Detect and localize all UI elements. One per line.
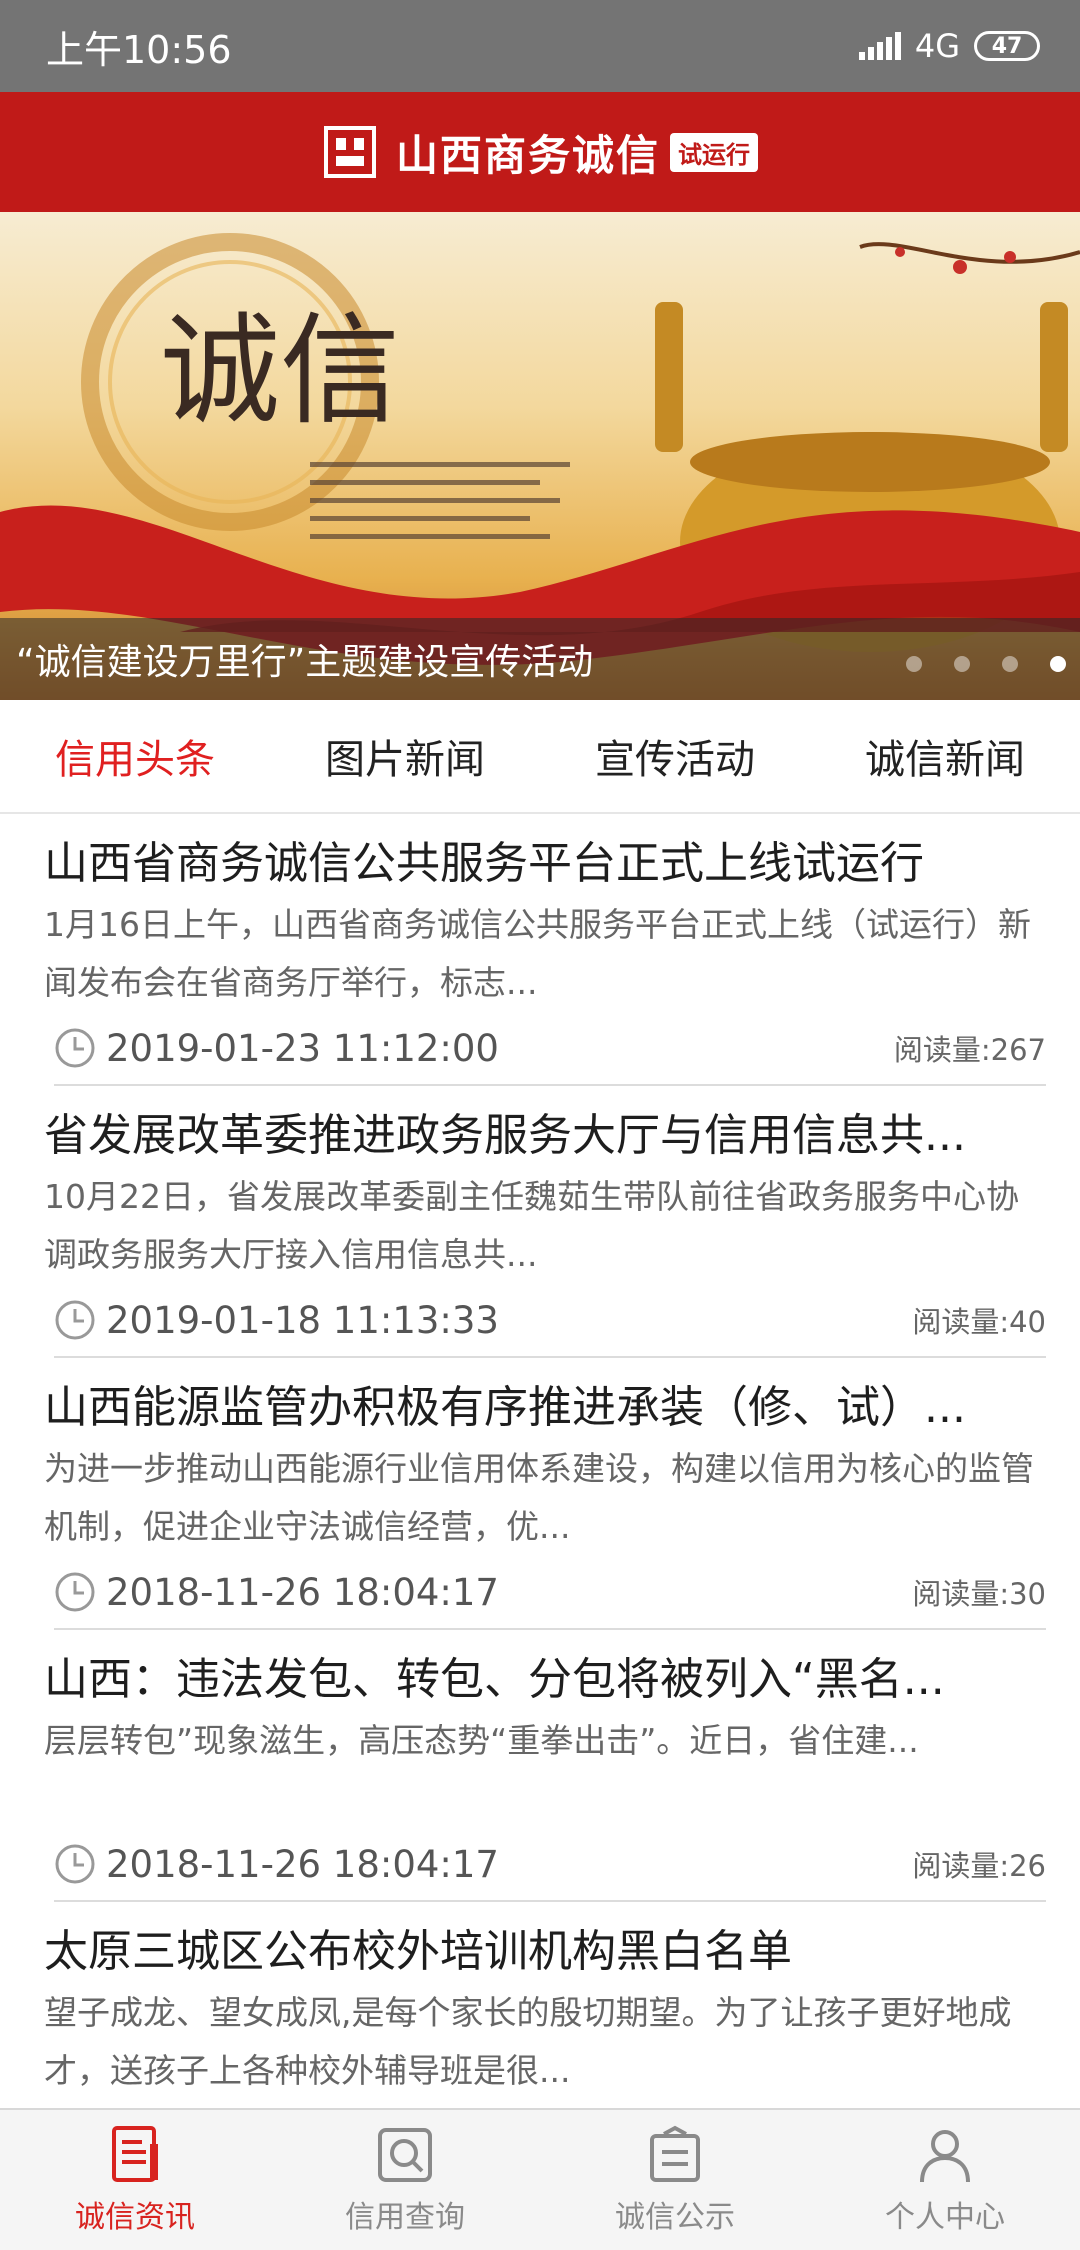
news-date: 2018-11-26 18:04:17 (106, 1570, 499, 1614)
news-meta: 2018-11-26 18:04:17 阅读量:26 (54, 1828, 1046, 1902)
news-summary: 层层转包”现象滋生，高压态势“重拳出击”。近日，省住建... (44, 1721, 919, 1760)
news-title[interactable]: 山西能源监管办积极有序推进承装（修、试）... (44, 1358, 1036, 1438)
news-date: 2018-11-26 18:04:17 (106, 1842, 499, 1886)
news-meta: 2018-11-26 18:04:17 阅读量:30 (54, 1556, 1046, 1630)
network-type: 4G (914, 27, 960, 65)
news-item[interactable]: 山西能源监管办积极有序推进承装（修、试）... 为进一步推动山西能源行业信用体系… (0, 1358, 1080, 1630)
clock-icon (55, 1572, 95, 1612)
carousel-dot[interactable] (954, 656, 970, 672)
news-title[interactable]: 省发展改革委推进政务服务大厅与信用信息共... (44, 1086, 1036, 1166)
news-title[interactable]: 太原三城区公布校外培训机构黑白名单 (44, 1902, 1036, 1982)
search-icon (378, 2128, 432, 2182)
clock-icon (55, 1028, 95, 1068)
carousel-dot[interactable] (906, 656, 922, 672)
trial-badge: 试运行 (670, 132, 758, 172)
seal-logo-icon (323, 126, 376, 178)
bottom-navigation: 诚信资讯 信用查询 诚信公示 个人中心 (0, 2108, 1080, 2250)
news-item[interactable]: 太原三城区公布校外培训机构黑白名单 望子成龙、望女成凤,是每个家长的殷切期望。为… (0, 1902, 1080, 2100)
read-count: 阅读量:40 (912, 1305, 1046, 1339)
nav-credit-query[interactable]: 信用查询 (270, 2110, 540, 2250)
tab-publicity-events[interactable]: 宣传活动 (540, 700, 810, 812)
news-meta: 2019-01-18 11:13:33 阅读量:40 (54, 1284, 1046, 1358)
status-bar: 上午10:56 4G 47 (0, 0, 1080, 92)
news-summary: 为进一步推动山西能源行业信用体系建设，构建以信用为核心的监管机制，促进企业守法诚… (44, 1449, 1034, 1546)
battery-level: 47 (991, 33, 1023, 59)
news-date: 2019-01-18 11:13:33 (106, 1298, 499, 1342)
status-time: 上午10:56 (46, 27, 232, 72)
banner-carousel[interactable]: 诚信 “诚信建设万里行”主题建设宣传活动 (0, 212, 1080, 700)
read-count: 阅读量:30 (912, 1577, 1046, 1611)
tab-credit-headlines[interactable]: 信用头条 (0, 700, 270, 812)
category-tabs: 信用头条 图片新闻 宣传活动 诚信新闻 (0, 700, 1080, 814)
battery-icon: 47 (974, 31, 1040, 61)
clock-icon (55, 1300, 95, 1340)
news-title[interactable]: 山西省商务诚信公共服务平台正式上线试运行 (44, 814, 1036, 894)
tab-picture-news[interactable]: 图片新闻 (270, 700, 540, 812)
banner-art-text: 诚信 (160, 302, 400, 441)
nav-personal-center[interactable]: 个人中心 (810, 2110, 1080, 2250)
news-summary: 10月22日，省发展改革委副主任魏茹生带队前往省政务服务中心协调政务服务大厅接入… (44, 1177, 1019, 1274)
app-title: 山西商务诚信 (395, 130, 660, 180)
news-item[interactable]: 山西：违法发包、转包、分包将被列入“黑名... 层层转包”现象滋生，高压态势“重… (0, 1630, 1080, 1902)
news-item[interactable]: 山西省商务诚信公共服务平台正式上线试运行 1月16日上午，山西省商务诚信公共服务… (0, 814, 1080, 1086)
status-indicators: 4G 47 (858, 27, 1040, 65)
news-item[interactable]: 省发展改革委推进政务服务大厅与信用信息共... 10月22日，省发展改革委副主任… (0, 1086, 1080, 1358)
news-date: 2019-01-23 11:12:00 (106, 1026, 499, 1070)
app-header: 山西商务诚信 试运行 (0, 92, 1080, 212)
clock-icon (55, 1844, 95, 1884)
news-list: 山西省商务诚信公共服务平台正式上线试运行 1月16日上午，山西省商务诚信公共服务… (0, 814, 1080, 2100)
nav-label: 诚信公示 (615, 2200, 735, 2235)
nav-label: 信用查询 (345, 2200, 465, 2235)
signal-icon (858, 32, 901, 60)
carousel-dot-active[interactable] (1050, 656, 1066, 672)
nav-integrity-info[interactable]: 诚信资讯 (0, 2110, 270, 2250)
person-icon (920, 2130, 970, 2183)
nav-integrity-publicity[interactable]: 诚信公示 (540, 2110, 810, 2250)
nav-label: 诚信资讯 (75, 2200, 195, 2235)
news-summary: 1月16日上午，山西省商务诚信公共服务平台正式上线（试运行）新闻发布会在省商务厅… (44, 905, 1031, 1002)
publicity-board-icon (650, 2125, 700, 2182)
read-count: 阅读量:267 (893, 1033, 1046, 1067)
tab-integrity-news[interactable]: 诚信新闻 (810, 700, 1080, 812)
nav-label: 个人中心 (885, 2200, 1005, 2235)
news-meta: 2019-01-23 11:12:00 阅读量:267 (54, 1012, 1046, 1086)
carousel-indicators (906, 656, 1066, 672)
news-summary: 望子成龙、望女成凤,是每个家长的殷切期望。为了让孩子更好地成才，送孩子上各种校外… (44, 1993, 1012, 2090)
carousel-dot[interactable] (1002, 656, 1018, 672)
read-count: 阅读量:26 (912, 1849, 1046, 1883)
news-doc-icon (112, 2126, 158, 2182)
news-title[interactable]: 山西：违法发包、转包、分包将被列入“黑名... (44, 1630, 1036, 1710)
